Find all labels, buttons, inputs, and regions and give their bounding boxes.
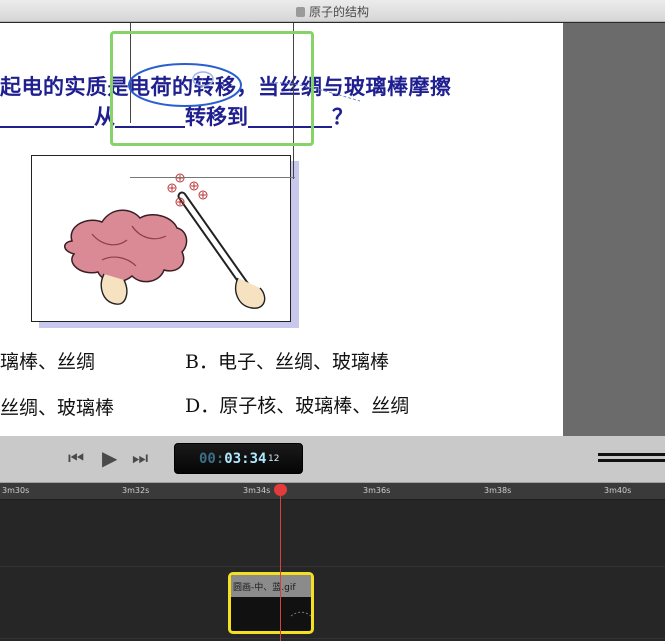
ruler-label: 3m34s [243,486,271,495]
timeline-ruler[interactable]: 3m30s 3m32s 3m34s 3m36s 3m38s 3m40s [0,483,665,500]
illustration-drawing [64,173,266,309]
track-divider [0,638,665,639]
slide-canvas[interactable]: 起电的实质是电荷的转移，当丝绸与玻璃棒摩擦 从转移到？ 璃棒、丝绸 B．电子、丝… [0,23,563,436]
canvas-background [563,23,665,436]
timecode-frames: 12 [268,454,280,464]
window-title-wrap: 原子的结构 [0,3,665,20]
play-icon[interactable]: ▶ [102,446,117,470]
fast-forward-icon[interactable]: ⏭ [132,448,148,469]
silk-glass-rod-illustration[interactable] [31,155,291,322]
timecode-display: 00:03:34 12 [174,443,303,474]
option-d: D．原子核、玻璃棒、丝绸 [185,395,410,417]
timeline-clip[interactable]: 圆画-中、蓝.gif [228,572,314,634]
transport-bar: ⏮ ▶ ⏭ 00:03:34 12 [0,436,665,483]
timeline-tracks[interactable] [0,500,665,641]
menu-bars-icon[interactable] [598,453,665,465]
window-titlebar: 原子的结构 [0,0,665,22]
rewind-icon[interactable]: ⏮ [68,448,84,469]
timecode-text: 00:03:34 [199,451,267,467]
clip-thumbnail-icon [290,611,311,617]
selection-outline[interactable] [110,31,314,146]
ruler-label: 3m30s [2,486,30,495]
option-a: 璃棒、丝绸 [0,351,96,373]
answer-blank-1 [0,106,94,128]
ruler-label: 3m32s [122,486,150,495]
ruler-label: 3m36s [363,486,391,495]
document-icon [295,7,305,17]
ruler-label: 3m38s [484,486,512,495]
ruler-label: 3m40s [604,486,632,495]
option-b: B．电子、丝绸、玻璃棒 [185,351,389,373]
track-divider [0,566,665,567]
alignment-guide [130,177,295,178]
playhead-line [280,486,281,641]
option-c: 丝绸、玻璃棒 [0,397,115,419]
window-title: 原子的结构 [308,5,369,19]
clip-name: 圆画-中、蓝.gif [233,583,296,593]
